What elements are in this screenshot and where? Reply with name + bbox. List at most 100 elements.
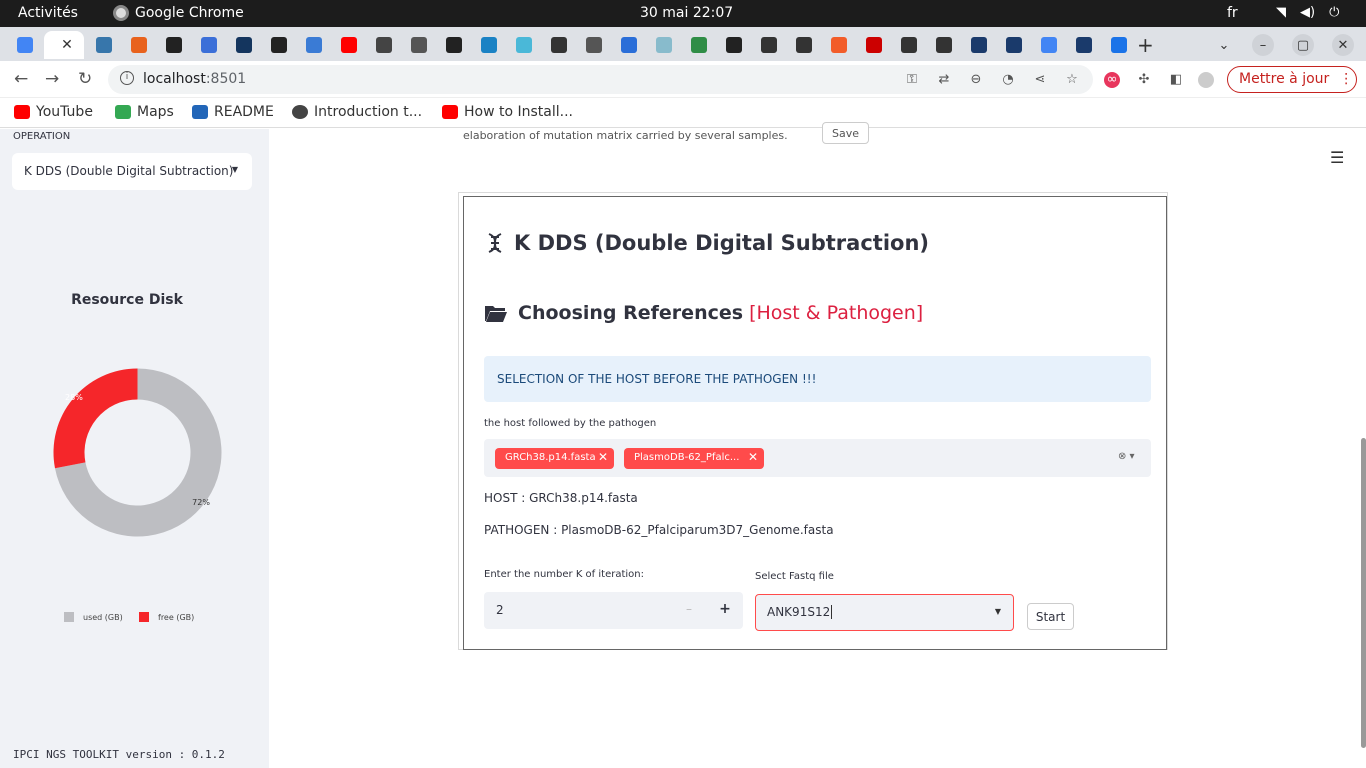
tab[interactable] (1033, 31, 1064, 59)
tab[interactable] (1068, 31, 1099, 59)
clock[interactable]: 30 mai 22:07 (640, 5, 733, 21)
bookmark-introduction[interactable]: Introduction t... (292, 104, 422, 120)
tab[interactable] (473, 31, 504, 59)
reload-icon[interactable]: ↻ (78, 69, 92, 89)
tab[interactable] (718, 31, 749, 59)
legend-used[interactable]: used (GB) (64, 612, 123, 622)
bookmark-label: How to Install... (464, 104, 573, 120)
tab[interactable] (158, 31, 189, 59)
activities-button[interactable]: Activités (18, 5, 78, 21)
tab[interactable] (508, 31, 539, 59)
tab[interactable] (788, 31, 819, 59)
chip-remove-icon[interactable]: ✕ (748, 450, 758, 464)
tab[interactable] (613, 31, 644, 59)
tab[interactable] (893, 31, 924, 59)
tab[interactable] (403, 31, 434, 59)
decrement-button[interactable]: – (671, 592, 707, 629)
forward-icon[interactable]: → (45, 69, 59, 89)
start-button[interactable]: Start (1027, 603, 1074, 630)
tab[interactable] (438, 31, 469, 59)
tab[interactable] (368, 31, 399, 59)
tab[interactable] (333, 31, 364, 59)
chevron-down-icon: ▼ (231, 165, 238, 174)
chip-label: GRCh38.p14.fasta (505, 452, 596, 463)
key-icon[interactable]: ⚿ (904, 72, 920, 88)
favicon-icon (1005, 37, 1022, 53)
tab[interactable] (543, 31, 574, 59)
bookmarks-bar: YouTube Maps README Introduction t... Ho… (0, 98, 1366, 128)
dna-icon (488, 233, 502, 253)
close-tab-icon[interactable]: ✕ (61, 37, 73, 53)
chip-remove-icon[interactable]: ✕ (598, 450, 608, 464)
bookmark-readme[interactable]: README (192, 104, 274, 120)
k-iteration-input[interactable]: 2 (484, 592, 671, 629)
update-button[interactable]: Mettre à jour ⋮ (1227, 66, 1357, 93)
tab-search-icon[interactable]: ⌄ (1213, 34, 1235, 56)
tab[interactable] (683, 31, 714, 59)
tab[interactable] (123, 31, 154, 59)
operation-select[interactable]: K DDS (Double Digital Subtraction) ▼ (12, 153, 252, 190)
back-icon[interactable]: ← (14, 69, 28, 89)
extension-icon[interactable]: ∞ (1104, 72, 1120, 88)
tab[interactable] (263, 31, 294, 59)
tab[interactable] (823, 31, 854, 59)
bookmark-youtube[interactable]: YouTube (14, 104, 93, 120)
hamburger-menu-icon[interactable]: ☰ (1330, 148, 1344, 167)
bookmark-maps[interactable]: Maps (115, 104, 174, 120)
donut-slice-free[interactable] (53, 368, 138, 469)
chip-pathogen[interactable]: PlasmoDB-62_Pfalc... ✕ (624, 448, 764, 469)
tab[interactable] (858, 31, 889, 59)
performance-icon[interactable]: ◔ (1000, 72, 1016, 88)
disk-chart-title: Resource Disk (71, 292, 183, 308)
new-tab-button[interactable]: + (1137, 33, 1154, 57)
tab[interactable] (1103, 31, 1134, 59)
minimize-icon[interactable]: – (1252, 34, 1274, 56)
fastq-select[interactable]: ANK91S12 ▼ (755, 594, 1014, 631)
tab[interactable] (9, 31, 40, 59)
legend-free[interactable]: free (GB) (139, 612, 194, 622)
app-menu[interactable]: Google Chrome (113, 5, 244, 21)
kdds-card: K DDS (Double Digital Subtraction) Choos… (463, 196, 1167, 650)
favicon-icon (340, 37, 357, 53)
extensions-puzzle-icon[interactable]: ✣ (1136, 72, 1152, 88)
clear-all-icon[interactable]: ⊗ ▾ (1118, 451, 1135, 462)
favicon-icon (935, 37, 952, 53)
description-fragment: elaboration of mutation matrix carried b… (463, 129, 788, 142)
bookmark-label: YouTube (36, 104, 93, 120)
system-tray[interactable]: ◥ ◀) ⏻ (1276, 5, 1339, 20)
tab[interactable] (193, 31, 224, 59)
tab[interactable] (753, 31, 784, 59)
favicon-icon (515, 37, 532, 53)
tab[interactable] (298, 31, 329, 59)
share-icon[interactable]: ⋖ (1032, 72, 1048, 88)
chip-host[interactable]: GRCh38.p14.fasta ✕ (495, 448, 614, 469)
increment-button[interactable]: + (707, 592, 743, 629)
language-indicator[interactable]: fr (1227, 5, 1238, 21)
tab[interactable] (648, 31, 679, 59)
favicon-icon (550, 37, 567, 53)
side-panel-icon[interactable]: ◧ (1168, 72, 1184, 88)
tab[interactable] (998, 31, 1029, 59)
tab[interactable] (228, 31, 259, 59)
save-button[interactable]: Save (822, 122, 869, 144)
tab[interactable] (88, 31, 119, 59)
volume-icon: ◀) (1300, 5, 1316, 20)
tab[interactable] (578, 31, 609, 59)
tab[interactable] (963, 31, 994, 59)
zoom-icon[interactable]: ⊖ (968, 72, 984, 88)
close-window-icon[interactable]: ✕ (1332, 34, 1354, 56)
operation-value: K DDS (Double Digital Subtraction) (24, 164, 234, 178)
translate-icon[interactable]: ⇄ (936, 72, 952, 88)
fastq-value: ANK91S12 (767, 605, 831, 619)
favicon-icon (585, 37, 602, 53)
favicon-icon (305, 37, 322, 53)
maximize-icon[interactable]: ▢ (1292, 34, 1314, 56)
profile-avatar[interactable] (1198, 72, 1214, 88)
tab-active[interactable]: ✕ (44, 31, 84, 59)
reference-multiselect[interactable]: GRCh38.p14.fasta ✕ PlasmoDB-62_Pfalc... ✕ … (484, 439, 1151, 477)
star-icon[interactable]: ☆ (1064, 72, 1080, 88)
bookmark-how-to-install[interactable]: How to Install... (442, 104, 573, 120)
scrollbar[interactable] (1361, 438, 1366, 748)
tab[interactable] (928, 31, 959, 59)
site-info-icon[interactable]: i (120, 71, 134, 85)
